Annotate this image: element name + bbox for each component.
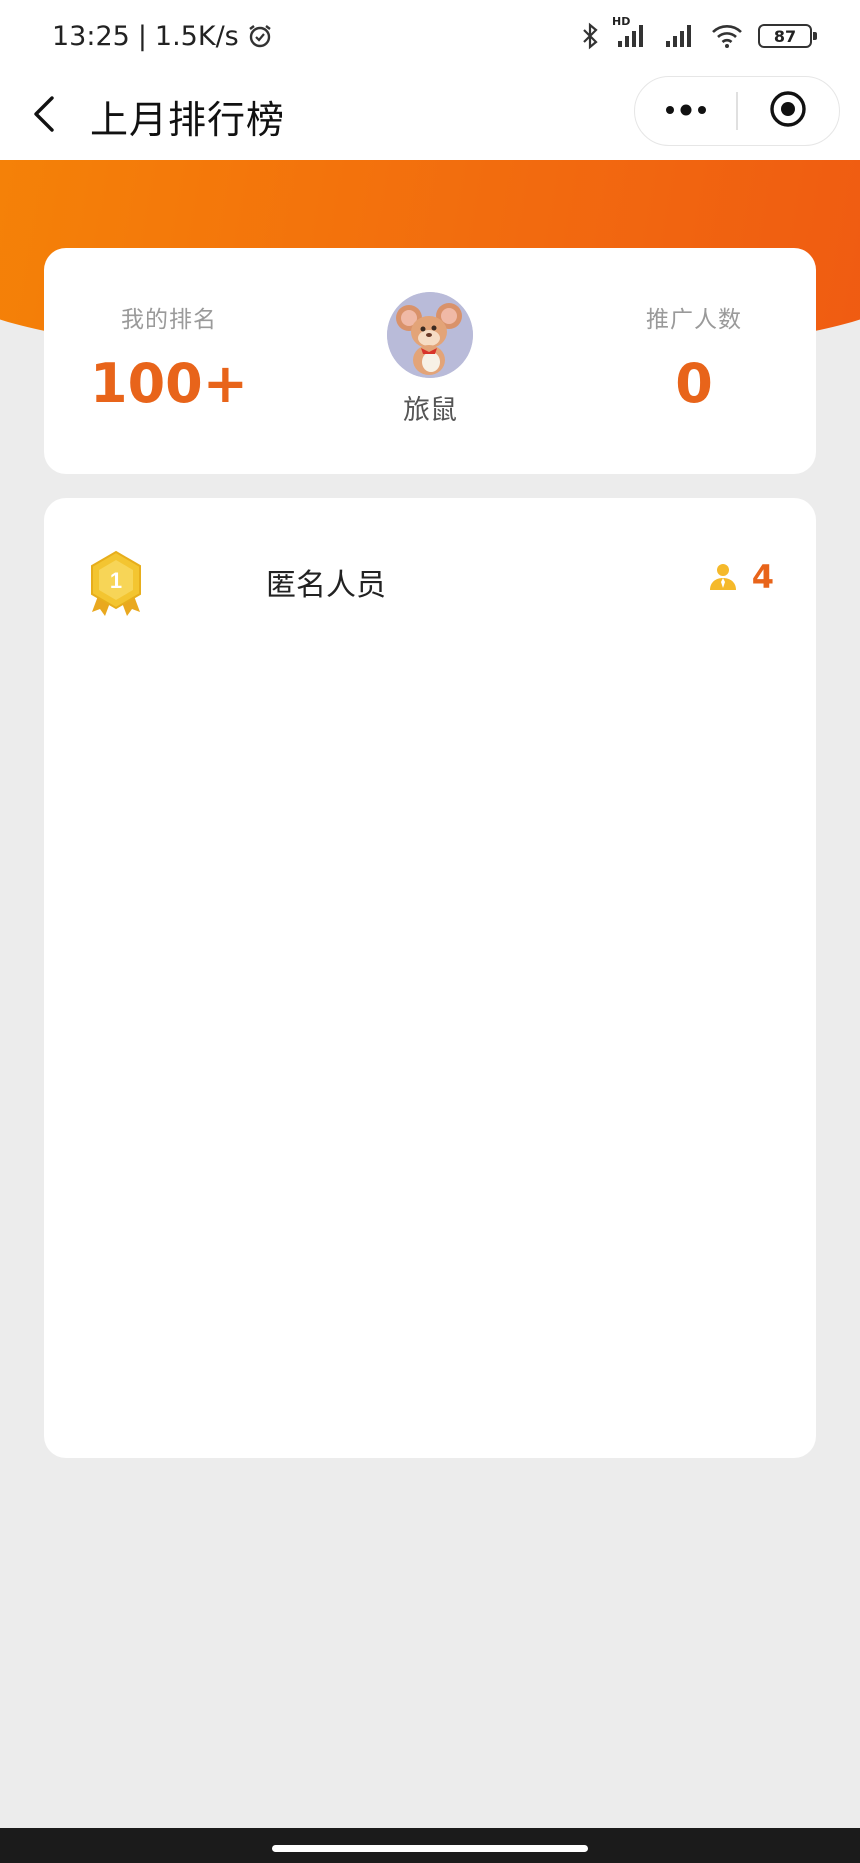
status-right: HD 87 — [580, 15, 817, 50]
alarm-icon — [247, 23, 273, 49]
signal-icon — [662, 23, 696, 49]
back-arrow-icon — [30, 94, 60, 138]
my-stats-card: 我的排名 100+ 旅鼠 推广人数 0 — [44, 248, 816, 474]
medal-rank: 1 — [110, 568, 122, 593]
user-profile: 旅鼠 — [380, 292, 480, 427]
page: 13:25 | 1.5K/s HD 87 上月排行榜 我的排名 100+ 旅鼠 … — [0, 0, 860, 1863]
status-bar: 13:25 | 1.5K/s HD 87 — [0, 0, 860, 72]
status-left: 13:25 | 1.5K/s — [52, 21, 273, 52]
close-mini-program-button[interactable] — [738, 77, 839, 145]
more-dots-icon — [664, 102, 708, 121]
home-indicator[interactable] — [272, 1845, 588, 1852]
leaderboard-list: 1 匿名人员 4 — [44, 498, 816, 1458]
list-item-name: 匿名人员 — [266, 568, 386, 603]
status-net-speed: 1.5K/s — [154, 20, 239, 52]
avatar[interactable] — [387, 292, 473, 378]
referral-count-value: 0 — [675, 352, 713, 415]
gold-medal-icon: 1 — [84, 548, 148, 620]
my-rank-label: 我的排名 — [121, 307, 217, 333]
person-icon — [708, 562, 738, 592]
battery-level: 87 — [773, 26, 797, 46]
page-title: 上月排行榜 — [90, 97, 286, 142]
more-button[interactable] — [635, 77, 736, 145]
hd-label: HD — [612, 15, 631, 28]
battery-icon: 87 — [758, 24, 817, 48]
wifi-icon — [710, 23, 744, 49]
mouse-avatar-icon — [387, 292, 473, 378]
signal-hd-icon: HD — [612, 15, 648, 49]
my-rank-stat: 我的排名 100+ — [74, 300, 264, 415]
referral-count-stat: 推广人数 0 — [604, 300, 784, 415]
list-item-count-wrap: 4 — [708, 558, 774, 596]
bluetooth-icon — [580, 22, 600, 50]
user-name: 旅鼠 — [403, 395, 457, 426]
list-item[interactable]: 1 匿名人员 4 — [44, 538, 816, 628]
back-button[interactable] — [0, 72, 90, 160]
mini-program-capsule — [634, 76, 840, 146]
referral-count-label: 推广人数 — [646, 307, 742, 333]
status-time: 13:25 — [52, 20, 130, 52]
my-rank-value: 100+ — [90, 352, 248, 415]
status-separator: | — [137, 20, 147, 52]
target-icon — [768, 89, 808, 133]
list-item-count: 4 — [751, 558, 774, 596]
nav-bar: 上月排行榜 — [0, 72, 860, 160]
